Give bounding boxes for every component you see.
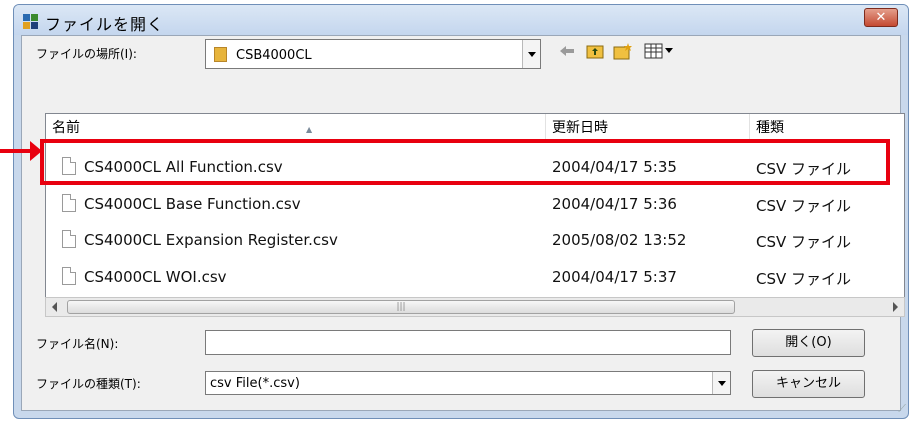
dialog-title: ファイルを開く xyxy=(45,15,165,34)
open-button[interactable]: 開く(O) xyxy=(752,329,865,357)
location-combo[interactable]: CSB4000CL xyxy=(205,39,541,69)
folder-icon xyxy=(214,47,227,62)
file-type: CSV ファイル xyxy=(756,233,852,251)
file-date: 2004/04/17 5:37 xyxy=(552,268,677,286)
column-header-type[interactable]: 種類 xyxy=(750,114,904,140)
file-type: CSV ファイル xyxy=(756,270,852,288)
open-file-dialog: ファイルを開く ✕ ファイルの場所(I): CSB4000CL 名前 ▲ 更新日… xyxy=(13,4,909,419)
file-row[interactable]: CS4000CL Expansion Register.csv 2005/08/… xyxy=(46,226,904,255)
filetype-combo[interactable]: csv File(*.csv) xyxy=(205,371,731,395)
filetype-value: csv File(*.csv) xyxy=(210,376,300,391)
file-date: 2005/08/02 13:52 xyxy=(552,231,687,249)
location-folder-name: CSB4000CL xyxy=(236,48,312,63)
csv-file-icon xyxy=(62,194,76,212)
filename-input[interactable] xyxy=(205,330,731,355)
file-name: CS4000CL Expansion Register.csv xyxy=(84,231,338,249)
app-icon xyxy=(23,14,38,29)
horizontal-scrollbar[interactable]: ||| xyxy=(45,297,905,317)
up-folder-icon[interactable] xyxy=(583,41,607,61)
highlight-box xyxy=(40,139,890,185)
file-row[interactable]: CS4000CL WOI.csv 2004/04/17 5:37 CSV ファイ… xyxy=(46,263,904,292)
cancel-button[interactable]: キャンセル xyxy=(752,370,865,398)
csv-file-icon xyxy=(62,230,76,248)
file-date: 2004/04/17 5:36 xyxy=(552,195,677,213)
file-row[interactable]: CS4000CL Base Function.csv 2004/04/17 5:… xyxy=(46,190,904,219)
close-button[interactable]: ✕ xyxy=(864,8,898,27)
scroll-right-icon[interactable] xyxy=(893,302,898,312)
title-bar[interactable]: ファイルを開く ✕ xyxy=(14,5,908,35)
file-name: CS4000CL Base Function.csv xyxy=(84,195,301,213)
new-folder-icon[interactable] xyxy=(611,41,635,61)
column-date-label: 更新日時 xyxy=(552,120,608,136)
file-type: CSV ファイル xyxy=(756,197,852,215)
chevron-down-icon[interactable] xyxy=(522,40,540,68)
scroll-left-icon[interactable] xyxy=(52,302,57,312)
back-arrow-icon[interactable] xyxy=(555,41,579,61)
column-header-date[interactable]: 更新日時 xyxy=(546,114,750,140)
filename-label: ファイル名(N): xyxy=(36,337,119,351)
file-name: CS4000CL WOI.csv xyxy=(84,268,227,286)
scroll-thumb[interactable]: ||| xyxy=(67,300,735,314)
view-menu-icon[interactable] xyxy=(642,41,676,61)
column-name-label: 名前 xyxy=(52,120,80,136)
column-header-name[interactable]: 名前 ▲ xyxy=(46,114,546,140)
location-label: ファイルの場所(I): xyxy=(36,47,137,61)
filetype-label: ファイルの種類(T): xyxy=(36,377,141,391)
resize-grip-icon[interactable]: ⟋ xyxy=(898,402,906,416)
callout-arrowhead-icon xyxy=(30,141,42,161)
chevron-down-icon[interactable] xyxy=(712,372,730,394)
csv-file-icon xyxy=(62,267,76,285)
column-type-label: 種類 xyxy=(756,120,784,136)
